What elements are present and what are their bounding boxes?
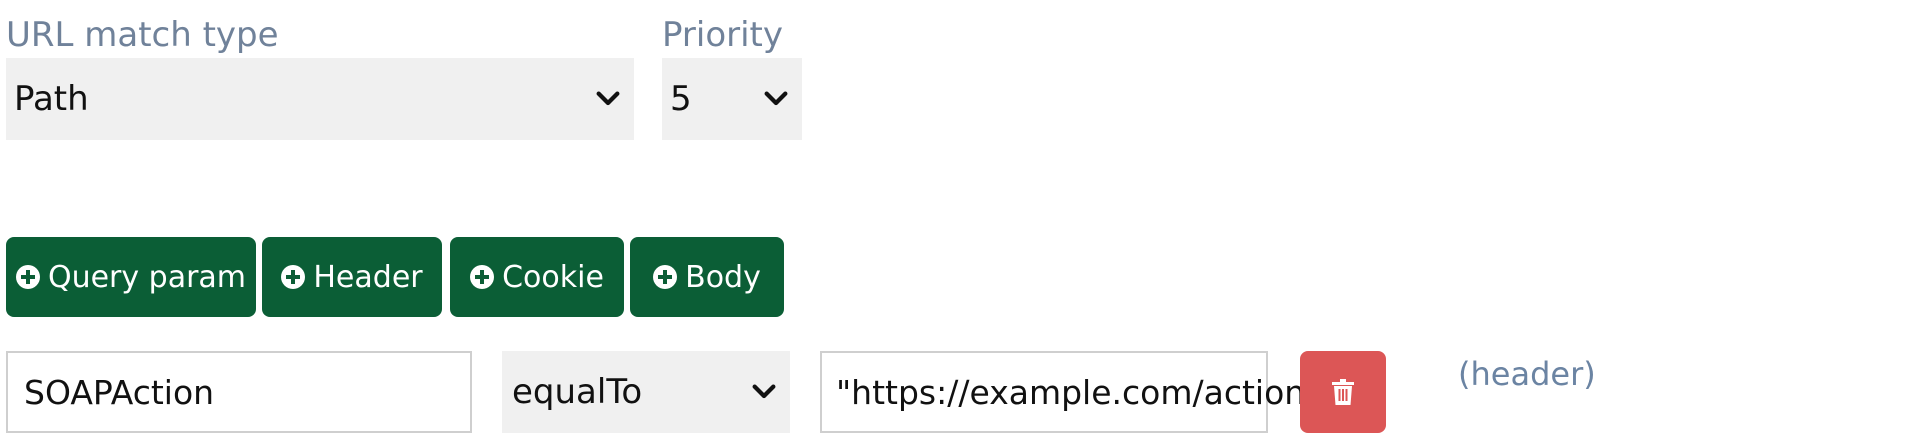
url-match-type-select[interactable]: Path [6,58,634,140]
plus-circle-icon [470,265,495,289]
url-match-type-value: Path [14,79,89,119]
plus-circle-icon [15,265,40,289]
priority-select[interactable]: 5 [662,58,802,140]
add-body-label: Body [685,259,761,295]
matcher-value-input[interactable]: "https://example.com/action" [820,351,1320,433]
chevron-down-icon [764,91,788,106]
matcher-key-input[interactable]: SOAPAction [6,351,472,433]
add-cookie-label: Cookie [502,259,604,295]
chevron-down-icon [752,384,776,399]
matcher-operator-value: equalTo [512,372,643,412]
matcher-operator-select[interactable]: equalTo [502,351,790,433]
plus-circle-icon [653,265,678,289]
priority-value: 5 [670,79,692,119]
matcher-type-label: (header) [1458,355,1596,393]
delete-matcher-button[interactable] [1300,351,1386,433]
priority-label: Priority [662,15,784,55]
add-header-label: Header [313,259,423,295]
chevron-down-icon [596,91,620,106]
plus-circle-icon [281,265,306,289]
add-query-param-button[interactable]: Query param [6,237,256,317]
url-match-type-label: URL match type [6,15,279,55]
add-query-param-label: Query param [47,259,247,295]
trash-icon [1332,379,1354,405]
add-cookie-button[interactable]: Cookie [450,237,624,317]
add-header-button[interactable]: Header [262,237,442,317]
add-body-button[interactable]: Body [630,237,784,317]
